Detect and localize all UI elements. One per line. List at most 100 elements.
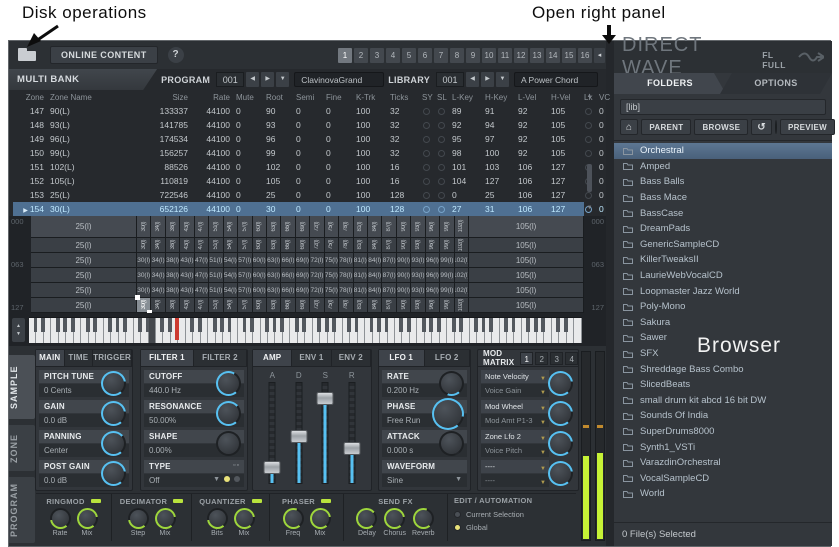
- zone-map-cell[interactable]: 96(l): [425, 283, 441, 297]
- type-led-off[interactable]: [234, 476, 240, 482]
- column-header[interactable]: Ticks: [387, 93, 419, 102]
- piano-black-key[interactable]: [40, 317, 45, 332]
- cutoff-knob[interactable]: [216, 371, 241, 396]
- side-tab-program[interactable]: PROGRAM: [9, 477, 35, 543]
- column-header[interactable]: Mute: [233, 93, 263, 102]
- piano-white-key[interactable]: [297, 317, 307, 343]
- zone-map-cell[interactable]: 30(l): [137, 268, 152, 282]
- toggle-circle-icon[interactable]: [423, 177, 430, 185]
- program-name-field[interactable]: ClavinovaGrand: [294, 72, 385, 87]
- toggle-circle-icon[interactable]: [423, 135, 430, 143]
- zone-map-cell[interactable]: 75(l): [324, 298, 340, 312]
- table-row[interactable]: 150 99(L) 156257 44100 0 99 0 0 100 32 98 100 92 105 0: [13, 146, 604, 160]
- zone-map-cell[interactable]: 87(l): [382, 253, 397, 267]
- zone-map-cell[interactable]: 63(l): [266, 283, 282, 297]
- toggle-circle-icon[interactable]: [438, 121, 445, 129]
- piano-white-key[interactable]: [230, 317, 239, 343]
- tab-amp[interactable]: AMP: [253, 350, 293, 366]
- mod-target-dropdown[interactable]: Voice Pitch ▼: [481, 444, 549, 457]
- zone-map-cell[interactable]: 99(l): [440, 283, 455, 297]
- zone-map-cell[interactable]: 25(l): [31, 268, 137, 282]
- zone-map-cell[interactable]: 72(l): [310, 283, 325, 297]
- piano-black-key[interactable]: [108, 317, 112, 332]
- piano-white-key[interactable]: [185, 317, 195, 343]
- folder-item[interactable]: GenericSampleCD: [614, 237, 832, 253]
- zone-map-cell[interactable]: 60(l): [252, 283, 267, 297]
- piano-white-key[interactable]: [387, 317, 395, 343]
- column-header[interactable]: Fine: [323, 93, 353, 102]
- zone-map-cell[interactable]: 66(l): [281, 298, 296, 312]
- piano-white-key[interactable]: [357, 317, 366, 343]
- piano-black-key[interactable]: [93, 317, 98, 332]
- zone-map-cell[interactable]: 87(l): [382, 298, 397, 312]
- dropdown-arrow-icon[interactable]: ▼: [213, 476, 220, 483]
- piano-black-key[interactable]: [511, 317, 516, 332]
- adsr-slider-r[interactable]: [342, 382, 362, 486]
- tab-options[interactable]: OPTIONS: [720, 73, 832, 94]
- mod-source-dropdown[interactable]: ---- ▼: [481, 460, 549, 473]
- column-header[interactable]: Root: [263, 93, 293, 102]
- piano-black-key[interactable]: [33, 317, 38, 332]
- step-knob[interactable]: [127, 508, 149, 529]
- piano-white-key[interactable]: [43, 317, 52, 343]
- library-next-button[interactable]: ▶: [481, 72, 494, 87]
- piano-black-key[interactable]: [190, 317, 195, 332]
- piano-root-key[interactable]: [175, 317, 180, 340]
- zone-map-cell[interactable]: 87(l): [382, 283, 397, 297]
- tab-env-1[interactable]: ENV 1: [292, 350, 332, 366]
- zone-map-cell[interactable]: 93(l): [411, 253, 426, 267]
- zone-map-cell[interactable]: 69(l): [295, 238, 311, 252]
- zone-map-cell[interactable]: 38(l): [165, 253, 181, 267]
- zone-map-cell[interactable]: 57(l): [238, 253, 253, 267]
- zone-map-cell[interactable]: 43(l): [180, 238, 195, 252]
- piano-white-key[interactable]: [417, 317, 426, 343]
- mod-amount-knob[interactable]: [548, 401, 573, 426]
- zone-map-cell[interactable]: 66(l): [281, 253, 296, 267]
- piano-white-key[interactable]: [81, 317, 90, 343]
- folder-item[interactable]: World: [614, 486, 832, 502]
- folder-item[interactable]: Shreddage Bass Combo: [614, 361, 832, 377]
- piano-black-key[interactable]: [347, 317, 351, 332]
- piano-white-key[interactable]: [477, 317, 486, 343]
- piano-white-key[interactable]: [73, 317, 82, 343]
- radio-dot-icon[interactable]: [454, 524, 461, 531]
- zone-map-cell[interactable]: 25(l): [31, 253, 137, 267]
- piano-black-key[interactable]: [526, 317, 531, 332]
- zone-map-cell[interactable]: 75(l): [324, 216, 340, 237]
- zone-map-cell[interactable]: 102(l): [454, 268, 470, 282]
- library-number[interactable]: 001: [436, 72, 464, 87]
- zone-map-cell[interactable]: 84(l): [368, 298, 383, 312]
- toggle-circle-icon[interactable]: [438, 107, 445, 115]
- zone-map-cell[interactable]: 51(l): [209, 238, 224, 252]
- bank-tab-7[interactable]: 7: [434, 47, 448, 63]
- piano-white-key[interactable]: [36, 317, 45, 343]
- zone-map-cell[interactable]: 75(l): [324, 268, 340, 282]
- zone-map-cell[interactable]: 38(l): [165, 268, 181, 282]
- piano-white-key[interactable]: [484, 317, 493, 343]
- piano-white-key[interactable]: [133, 317, 142, 343]
- piano-black-key[interactable]: [63, 317, 68, 332]
- tab-folders[interactable]: FOLDERS: [614, 73, 726, 94]
- piano-white-key[interactable]: [342, 317, 351, 343]
- piano-black-key[interactable]: [332, 317, 337, 332]
- piano-white-key[interactable]: [350, 317, 359, 343]
- zone-map-cell[interactable]: 99(l): [440, 298, 455, 312]
- zone-map-cell[interactable]: 63(l): [266, 216, 282, 237]
- piano-black-key[interactable]: [294, 317, 299, 332]
- home-button[interactable]: ⌂: [620, 119, 639, 135]
- bank-tab-2[interactable]: 2: [354, 47, 368, 63]
- zone-map-cell[interactable]: 84(l): [368, 216, 383, 237]
- adsr-slider-a[interactable]: [262, 382, 282, 486]
- online-content-button[interactable]: ONLINE CONTENT: [50, 46, 158, 64]
- zone-map-cell[interactable]: 34(l): [151, 268, 166, 282]
- column-header[interactable]: H-Key: [482, 93, 515, 102]
- piano-white-key[interactable]: [365, 317, 374, 343]
- zone-map-cell-selected[interactable]: 30(l): [134, 295, 153, 315]
- piano-black-key[interactable]: [459, 317, 463, 332]
- piano-white-key[interactable]: [126, 317, 134, 343]
- zone-map-cell[interactable]: 60(l): [252, 253, 267, 267]
- radio-dot-icon[interactable]: [454, 511, 461, 518]
- table-row[interactable]: 151 102(L) 88526 44100 0 102 0 0 100 16 101 103 106 1…: [13, 160, 604, 174]
- piano-white-key[interactable]: [96, 317, 104, 343]
- zone-map-cell[interactable]: 93(l): [411, 216, 426, 237]
